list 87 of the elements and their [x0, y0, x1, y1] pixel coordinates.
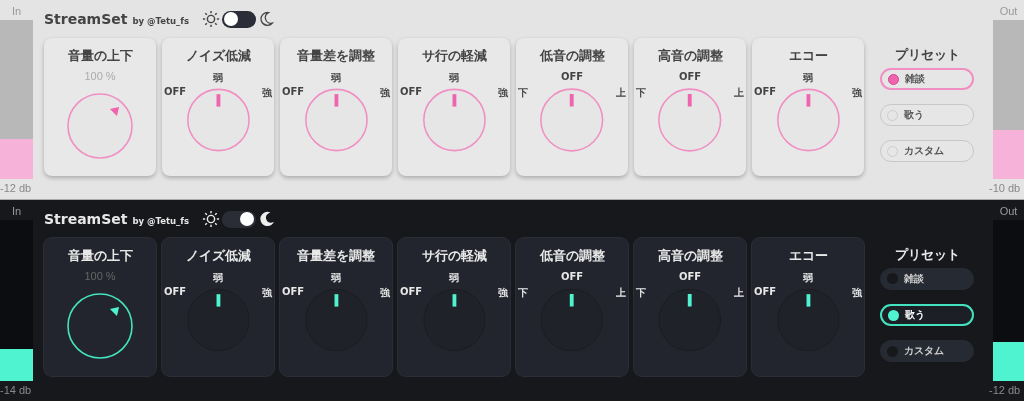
option-label: 雑談: [905, 72, 925, 87]
knob-readout: 100 %: [84, 70, 116, 82]
preset-option[interactable]: 歌う: [880, 104, 974, 127]
scale-label: 上: [615, 86, 626, 100]
scale-label: OFF: [678, 271, 702, 284]
option-label: 雑談: [904, 271, 924, 286]
scale-label: 下: [518, 86, 529, 100]
scale-label: 弱: [449, 271, 459, 284]
scale-label: 強: [379, 86, 390, 100]
meter-reading: -12 db: [0, 181, 33, 196]
knob-title: エコー: [788, 247, 828, 265]
scale-label: OFF: [164, 286, 184, 297]
knob-title: 低音の調整: [539, 247, 605, 265]
knob-title: 音量差を調整: [297, 47, 375, 65]
meter-reading: -12 db: [989, 383, 1022, 398]
byline: by @Tetu_fs: [132, 215, 190, 226]
scale-label: 上: [615, 286, 626, 300]
knob-title: ノイズ低減: [185, 247, 251, 265]
meter-reading: -10 db: [989, 181, 1022, 196]
knob-title: 低音の調整: [539, 47, 605, 65]
knob[interactable]: [64, 290, 136, 362]
scale-label: 強: [497, 286, 508, 300]
preset-option[interactable]: カスタム: [880, 140, 974, 162]
theme-toggle[interactable]: [222, 210, 257, 228]
preset-option[interactable]: カスタム: [880, 340, 974, 362]
preset-title: プリセット: [894, 46, 960, 64]
scale-label: OFF: [400, 286, 420, 297]
scale-label: 強: [379, 286, 390, 300]
radio-dot: [888, 73, 899, 85]
scale-label: 強: [261, 86, 272, 100]
scale-label: 弱: [331, 271, 341, 284]
meter-label: Out: [998, 204, 1019, 219]
knob-title: 音量差を調整: [297, 247, 375, 265]
scale-label: 弱: [213, 271, 223, 284]
scale-label: 強: [261, 286, 272, 300]
scale-label: 強: [851, 286, 862, 300]
knob-title: エコー: [788, 47, 828, 65]
scale-label: OFF: [400, 86, 420, 97]
sun-icon: [202, 210, 221, 228]
knob-title: サ行の軽減: [421, 247, 487, 265]
scale-label: OFF: [282, 286, 302, 297]
scale-label: OFF: [282, 86, 302, 97]
meter-label: In: [10, 204, 23, 219]
theme-toggle[interactable]: [222, 10, 257, 28]
moon-icon: [258, 10, 275, 28]
scale-label: 上: [733, 86, 744, 100]
scale-label: 弱: [803, 271, 813, 284]
scale-label: OFF: [678, 71, 702, 84]
scale-label: OFF: [754, 286, 774, 297]
knob-title: 高音の調整: [657, 247, 723, 265]
scale-label: 上: [733, 286, 744, 300]
scale-label: 下: [636, 86, 647, 100]
scale-label: 弱: [449, 71, 459, 84]
preset-option[interactable]: 雑談: [880, 68, 974, 91]
knob-title: 音量の上下: [67, 247, 133, 265]
knob-title: ノイズ低減: [185, 47, 251, 65]
knob-title: サ行の軽減: [421, 47, 487, 65]
preset-option[interactable]: 歌う: [880, 303, 974, 327]
scale-label: 強: [851, 86, 862, 100]
preset-title: プリセット: [894, 246, 960, 264]
scale-label: OFF: [560, 271, 584, 284]
knob-title: 高音の調整: [657, 47, 723, 65]
option-label: カスタム: [904, 144, 944, 159]
scale-label: OFF: [754, 86, 774, 97]
option-label: 歌う: [904, 108, 924, 123]
scale-label: 弱: [213, 71, 223, 84]
byline: by @Tetu_fs: [132, 15, 190, 26]
scale-label: 強: [497, 86, 508, 100]
meter-label: Out: [998, 4, 1019, 19]
knob-title: 音量の上下: [67, 47, 133, 65]
scale-label: 弱: [331, 71, 341, 84]
meter-label: In: [10, 4, 23, 19]
scale-label: OFF: [164, 86, 184, 97]
scale-label: 弱: [803, 71, 813, 84]
sun-icon: [202, 10, 221, 28]
scale-label: 下: [518, 286, 529, 300]
app-title: StreamSet: [44, 211, 128, 227]
preset-option[interactable]: 雑談: [880, 268, 974, 290]
scale-label: 下: [636, 286, 647, 300]
app-title: StreamSet: [44, 11, 128, 27]
moon-icon: [258, 210, 275, 228]
radio-dot: [888, 309, 899, 321]
scale-label: OFF: [560, 71, 584, 84]
meter-reading: -14 db: [0, 383, 33, 398]
option-label: カスタム: [904, 344, 944, 359]
knob-readout: 100 %: [84, 270, 116, 282]
option-label: 歌う: [905, 308, 925, 322]
